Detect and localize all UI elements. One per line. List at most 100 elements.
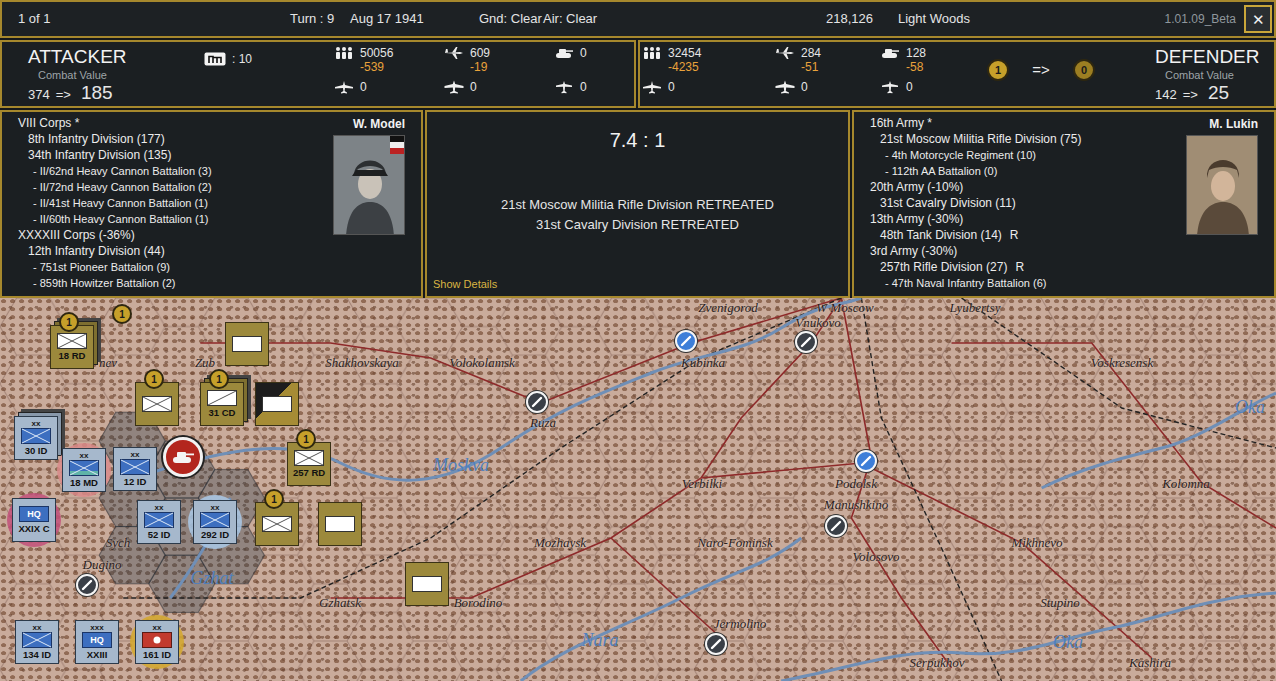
unit-line[interactable]: - II/72nd Heavy Cannon Battalion (2) [18,179,333,195]
town-label: Dugino [83,557,122,572]
unit-line[interactable]: - 112th AA Battalion (0) [870,163,1186,179]
stat-value: 609 [470,46,490,60]
town-label: Kashira [1129,655,1171,670]
unit-label: XXIII [87,649,108,661]
unit-line[interactable]: XXXXIII Corps (-36%) [18,227,333,243]
city-icon[interactable] [855,450,877,472]
unit-counter[interactable]: xx292 ID [193,500,237,544]
show-details-link[interactable]: Show Details [427,276,497,297]
town-label: Zvenigorod [698,300,757,315]
unit-counter[interactable]: 18 RD1 [50,325,94,369]
result-message: 21st Moscow Militia Rifle Division RETRE… [501,195,774,215]
morale-change: 1=>0 [985,42,1125,106]
city-icon[interactable] [526,391,548,413]
stat-values: 0 [580,80,587,94]
echelon-label: xx [153,623,162,632]
terrain-label: Light Woods [898,9,1165,29]
stat-cell: 0 [334,80,444,102]
unit-counter[interactable]: xx12 ID [113,447,157,491]
unit-counter[interactable] [255,382,299,426]
unit-symbol-icon [142,632,172,648]
stat-cell: 50056-539 [334,46,444,80]
unit-counter[interactable] [318,502,362,546]
unit-line[interactable]: - 859th Howitzer Battalion (2) [18,275,333,291]
unit-name: 48th Tank Division (14) [880,228,1002,242]
unit-counter[interactable]: xx161 ID [135,620,179,664]
unit-line[interactable]: 257th Rifle Division (27)R [870,259,1186,275]
stat-cell: 0 [444,80,554,102]
defender-units-panel: 16th Army *21st Moscow Militia Rifle Div… [852,110,1276,298]
commander: W. Model [333,112,421,296]
commander-portrait [1186,135,1258,235]
unit-line[interactable]: - II/41st Heavy Cannon Battalion (1) [18,195,333,211]
town-label: Mikhnevo [1011,535,1062,550]
unit-line[interactable]: 21st Moscow Militia Rifle Division (75) [870,131,1186,147]
unit-counter[interactable]: xxxHQXXIII [75,620,119,664]
unit-line[interactable]: 8th Infantry Division (177) [18,131,333,147]
unit-label: XXIX C [18,523,49,535]
unit-symbol-icon [207,390,237,406]
stat-values: 0 [360,80,367,94]
unit-counter[interactable] [405,562,449,606]
unit-counter[interactable]: 31 CD1 [200,382,244,426]
unit-line[interactable]: 12th Infantry Division (44) [18,243,333,259]
unit-name: 21st Moscow Militia Rifle Division (75) [880,132,1081,146]
date-label: Aug 17 1941 [350,9,479,29]
stat-cell: 0 [554,46,634,80]
city-icon[interactable] [705,633,727,655]
unit-line[interactable]: 20th Army (-10%) [870,179,1186,195]
unit-counter[interactable] [225,322,269,366]
unit-line[interactable]: - 47th Naval Infantry Battalion (6) [870,275,1186,291]
unit-line[interactable]: - II/60th Heavy Cannon Battalion (1) [18,211,333,227]
unit-line[interactable]: 31st Cavalry Division (11) [870,195,1186,211]
echelon-label: xx [80,451,89,460]
city-icon[interactable] [795,331,817,353]
map[interactable]: ZvenigorodW MoscowLyubertsynevZubShakhov… [0,298,1276,681]
unit-counter[interactable]: 1 [135,382,179,426]
attack-marker[interactable] [163,437,203,477]
city-icon[interactable] [675,330,697,352]
unit-name: - II/60th Heavy Cannon Battalion (1) [33,213,208,225]
stat-loss: -58 [906,60,926,74]
stat-value: 0 [360,80,367,94]
city-icon[interactable] [76,574,98,596]
unit-counter[interactable]: 1 [255,502,299,546]
unit-stats: 32454-4235284-51128-58000 [640,42,985,106]
close-button[interactable]: ✕ [1244,5,1272,33]
city-icon[interactable] [825,515,847,537]
unit-line[interactable]: - II/62nd Heavy Cannon Battalion (3) [18,163,333,179]
stat-values: 284-51 [801,46,821,74]
air-icon [444,46,464,60]
defender-summary-panel: 32454-4235284-51128-580001=>0DEFENDERCom… [638,40,1276,108]
unit-line[interactable]: 16th Army * [870,115,1186,131]
unit-line[interactable]: - 4th Motorcycle Regiment (10) [870,147,1186,163]
unit-line[interactable]: - 751st Pioneer Battalion (9) [18,259,333,275]
unit-line[interactable]: 13th Army (-30%) [870,211,1186,227]
air-icon [775,46,795,60]
town-label: Borodino [454,595,503,610]
unit-counter[interactable]: xx134 ID [15,620,59,664]
strength-badge[interactable]: 1 [112,304,132,324]
unit-counter[interactable]: HQXXIX C [12,498,56,542]
combat-value-before: 374 [28,84,50,106]
unit-counter[interactable]: xx52 ID [137,500,181,544]
combat-value-after: 25 [1208,82,1229,104]
town-label: Zub [195,355,215,370]
strength-badge: 1 [209,369,229,389]
unit-line[interactable]: 48th Tank Division (14)R [870,227,1186,243]
unit-name: 8th Infantry Division (177) [28,132,165,146]
unit-counter[interactable]: 257 RD1 [287,442,331,486]
unit-name: - 47th Naval Infantry Battalion (6) [885,277,1046,289]
result-message: 31st Cavalry Division RETREATED [501,215,774,235]
unit-line[interactable]: 34th Infantry Division (135) [18,147,333,163]
morale-after-badge: 0 [1073,59,1095,81]
unit-counter[interactable]: xx18 MD [62,448,106,492]
unit-line[interactable]: VIII Corps * [18,115,333,131]
town-label: Voskresensk [1091,355,1153,370]
unit-line[interactable]: 3rd Army (-30%) [870,243,1186,259]
armor-icon [880,46,900,60]
unit-symbol-icon [120,459,150,475]
unit-counter[interactable]: xx30 ID [14,416,58,460]
result-messages: 21st Moscow Militia Rifle Division RETRE… [501,195,774,235]
unit-name: - II/72nd Heavy Cannon Battalion (2) [33,181,212,193]
